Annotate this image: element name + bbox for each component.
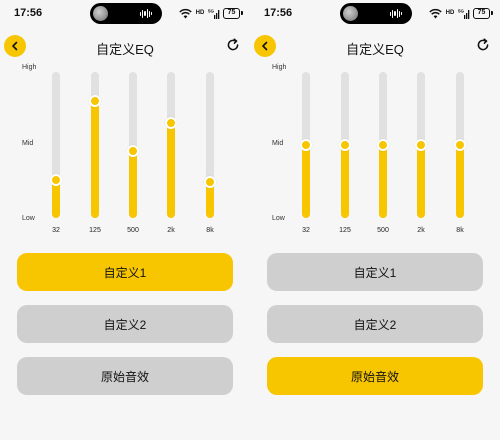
status-bar: 17:56 HD 5G 75 [0,0,250,26]
freq-label-2k: 2k [417,227,425,234]
level-label-low: Low [272,215,285,222]
level-label-mid: Mid [22,140,34,147]
freq-label-125: 125 [89,227,101,234]
preset-original-button[interactable]: 原始音效 [267,357,483,395]
level-label-mid: Mid [272,140,284,147]
signal-icon: 5G [458,8,470,19]
refresh-icon [477,38,489,51]
freq-label-8k: 8k [206,227,214,234]
reset-button[interactable] [474,36,492,54]
eq-slider-track [52,72,60,218]
eq-slider-fill [341,145,349,218]
freq-label-32: 32 [52,227,60,234]
eq-slider-fill [456,145,464,218]
battery-icon: 75 [473,7,493,19]
status-icons: HD 5G 75 [179,7,243,19]
signal-icon: 5G [208,8,220,19]
freq-label-500: 500 [377,227,389,234]
battery-icon: 75 [223,7,243,19]
album-art-thumbnail [343,6,358,21]
eq-slider-knob[interactable] [300,139,312,151]
eq-slider-32[interactable] [296,72,316,218]
eq-slider-track [206,72,214,218]
network-type-label: 5G [208,8,215,13]
eq-slider-knob[interactable] [415,139,427,151]
reset-button[interactable] [224,36,242,54]
eq-slider-fill [379,145,387,218]
eq-screen-original: 17:56 HD 5G 75 自定义EQ High Mid Low 32 125… [250,0,500,440]
eq-slider-fill [417,145,425,218]
level-label-low: Low [22,215,35,222]
equalizer: High Mid Low 32 125 500 2k 8k [250,60,500,240]
preset-original-button[interactable]: 原始音效 [17,357,233,395]
eq-slider-track [167,72,175,218]
hd-icon: HD [195,10,205,16]
eq-slider-knob[interactable] [454,139,466,151]
eq-slider-knob[interactable] [50,174,62,187]
wifi-icon [429,8,442,18]
eq-slider-500[interactable] [373,72,393,218]
eq-slider-2k[interactable] [411,72,431,218]
preset-custom-1-button[interactable]: 自定义1 [17,253,233,291]
refresh-icon [227,38,239,51]
eq-screen-custom-1: 17:56 HD 5G 75 自定义EQ High Mid Low 32 125… [0,0,250,440]
eq-slider-125[interactable] [335,72,355,218]
status-time: 17:56 [264,7,293,19]
freq-label-500: 500 [127,227,139,234]
eq-slider-32[interactable] [46,72,66,218]
album-art-thumbnail [93,6,108,21]
header: 自定义EQ [0,30,250,62]
preset-custom-1-button[interactable]: 自定义1 [267,253,483,291]
header: 自定义EQ [250,30,500,62]
eq-slider-knob[interactable] [377,139,389,151]
level-label-high: High [272,64,287,71]
eq-slider-fill [167,123,175,218]
eq-slider-500[interactable] [123,72,143,218]
freq-label-8k: 8k [456,227,464,234]
eq-slider-knob[interactable] [165,117,177,130]
dynamic-island[interactable] [340,3,412,24]
status-time: 17:56 [14,7,43,19]
eq-slider-8k[interactable] [200,72,220,218]
freq-label-2k: 2k [167,227,175,234]
freq-label-32: 32 [302,227,310,234]
eq-slider-fill [91,101,99,218]
equalizer: High Mid Low 32 125 500 2k 8k [0,60,250,240]
eq-slider-8k[interactable] [450,72,470,218]
eq-slider-knob[interactable] [89,95,101,108]
hd-icon: HD [445,10,455,16]
status-bar: 17:56 HD 5G 75 [250,0,500,26]
freq-label-125: 125 [339,227,351,234]
page-title: 自定义EQ [96,42,154,57]
network-type-label: 5G [458,8,465,13]
eq-slider-track [91,72,99,218]
eq-slider-fill [129,150,137,218]
eq-slider-fill [302,145,310,218]
page-title: 自定义EQ [346,42,404,57]
eq-slider-knob[interactable] [339,139,351,151]
wifi-icon [179,8,192,18]
dynamic-island[interactable] [90,3,162,24]
status-icons: HD 5G 75 [429,7,493,19]
audio-wave-icon [140,9,153,18]
preset-custom-2-button[interactable]: 自定义2 [267,305,483,343]
eq-slider-2k[interactable] [161,72,181,218]
eq-slider-knob[interactable] [127,144,139,157]
level-label-high: High [22,64,37,71]
eq-slider-knob[interactable] [204,175,216,188]
eq-slider-125[interactable] [85,72,105,218]
audio-wave-icon [390,9,403,18]
preset-custom-2-button[interactable]: 自定义2 [17,305,233,343]
